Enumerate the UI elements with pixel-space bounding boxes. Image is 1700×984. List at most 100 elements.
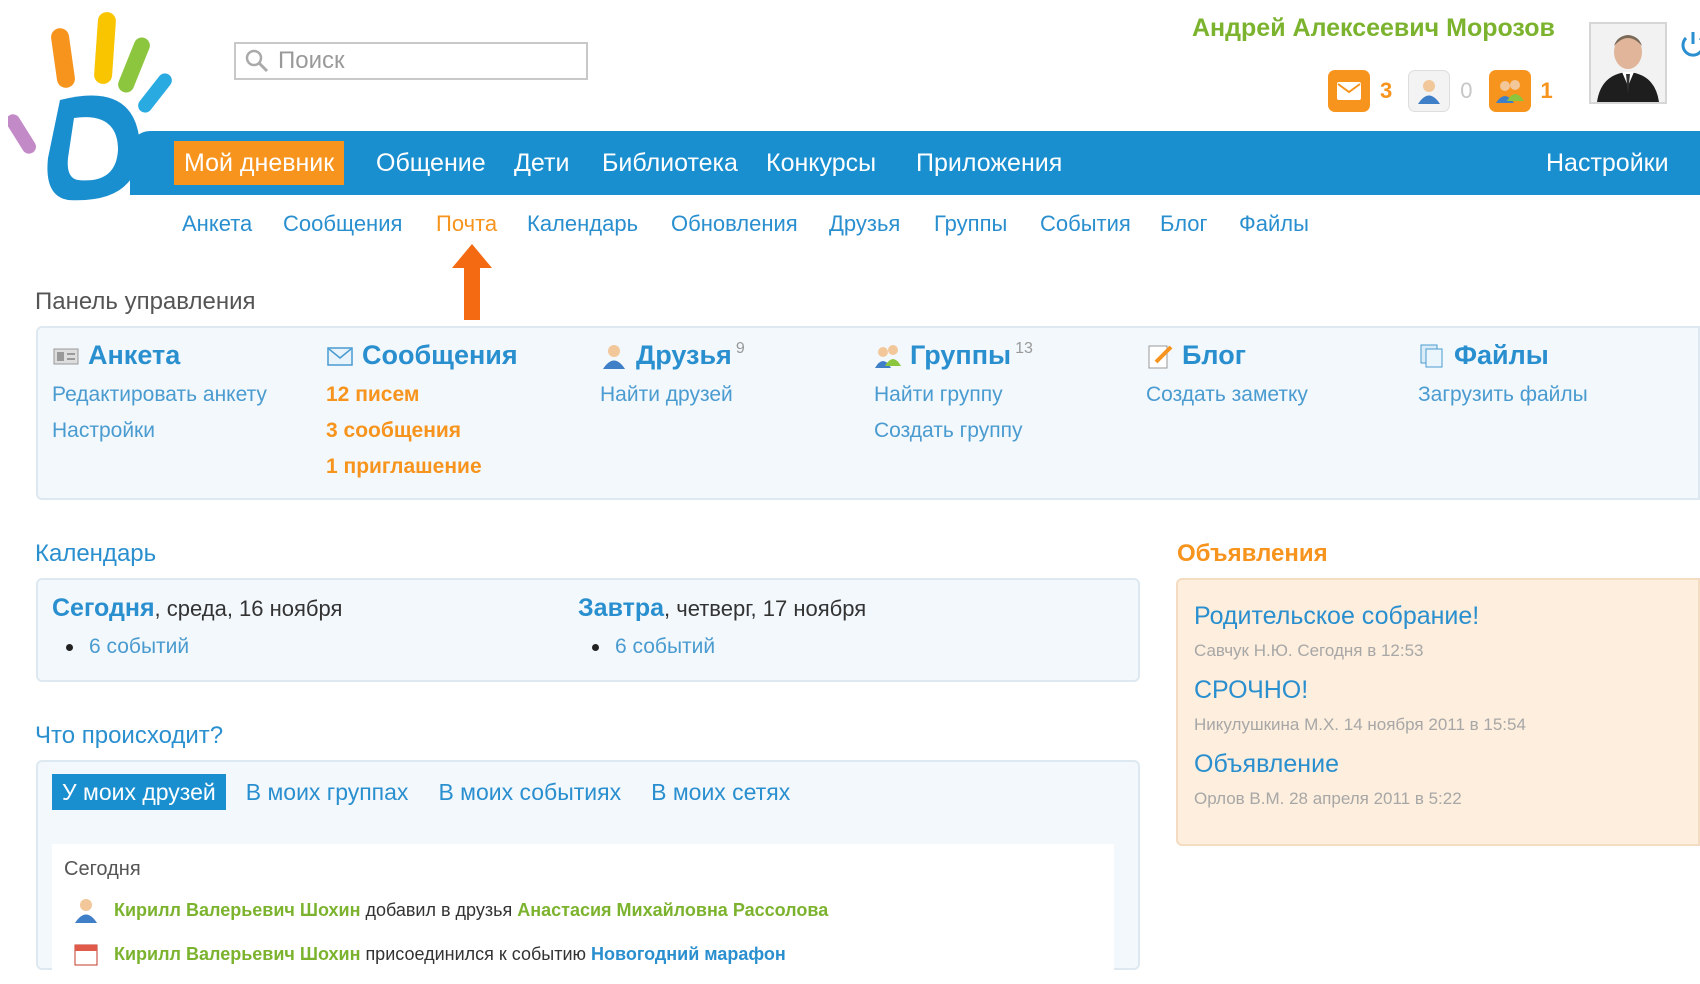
panel-col-profile: Анкета Редактировать анкету Настройки	[52, 340, 267, 443]
nav-settings[interactable]: Настройки	[1536, 141, 1679, 185]
feed-action: добавил в друзья	[360, 899, 518, 920]
tomorrow-link[interactable]: Завтра	[578, 594, 664, 622]
announcement-link[interactable]: СРОЧНО!	[1194, 676, 1526, 705]
activity-feed: У моих друзей В моих группах В моих собы…	[36, 760, 1140, 984]
panel-link-edit-profile[interactable]: Редактировать анкету	[52, 383, 267, 407]
calendar-event-icon	[74, 944, 98, 966]
bullet-icon	[592, 643, 599, 651]
tomorrow-date: , четверг, 17 ноября	[664, 596, 867, 621]
control-panel: Анкета Редактировать анкету Настройки Со…	[36, 326, 1700, 500]
feed-row: Кирилл Валерьевич Шохин присоединился к …	[72, 940, 786, 968]
subnav-blog[interactable]: Блог	[1160, 211, 1208, 237]
calendar-tomorrow: Завтра, четверг, 17 ноября 6 событий	[578, 594, 866, 659]
subnav-messages[interactable]: Сообщения	[283, 211, 402, 237]
feed-tabs: У моих друзей В моих группах В моих собы…	[52, 774, 810, 810]
panel-link-find-group[interactable]: Найти группу	[874, 383, 1033, 407]
panel-col-groups: Группы 13 Найти группу Создать группу	[874, 340, 1033, 443]
announcement-item: СРОЧНО! Никулушкина М.Х. 14 ноября 2011 …	[1194, 676, 1526, 735]
panel-title: Панель управления	[35, 288, 256, 315]
mail-count: 3	[1380, 78, 1393, 103]
nav-applications[interactable]: Приложения	[906, 141, 1072, 185]
search-input[interactable]	[276, 46, 580, 76]
subnav-files[interactable]: Файлы	[1239, 211, 1309, 237]
group-invite-counter[interactable]: 1	[1488, 70, 1553, 112]
feed-content: Сегодня Кирилл Валерьевич Шохин добавил …	[52, 844, 1114, 984]
panel-heading-groups[interactable]: Группы 13	[874, 340, 1033, 371]
today-date: , среда, 16 ноября	[154, 596, 343, 621]
announcements-title: Объявления	[1177, 540, 1328, 567]
panel-link-messages[interactable]: 3 сообщения	[326, 419, 518, 443]
panel-link-invitation[interactable]: 1 приглашение	[326, 455, 518, 479]
panel-link-letters[interactable]: 12 писем	[326, 383, 518, 407]
tomorrow-events[interactable]: 6 событий	[592, 635, 866, 659]
today-events[interactable]: 6 событий	[66, 635, 342, 659]
main-navigation: Мой дневник Общение Дети Библиотека Конк…	[130, 131, 1700, 195]
notification-counters: 3 0 1	[1328, 70, 1569, 112]
panel-heading-messages[interactable]: Сообщения	[326, 340, 518, 371]
groups-count: 13	[1015, 340, 1033, 357]
logout-icon[interactable]	[1678, 28, 1700, 64]
feed-date-label: Сегодня	[64, 858, 141, 880]
subnav-events[interactable]: События	[1040, 211, 1131, 237]
avatar[interactable]	[1589, 22, 1667, 104]
nav-children[interactable]: Дети	[504, 141, 579, 185]
announcement-item: Родительское собрание! Савчук Н.Ю. Сегод…	[1194, 602, 1479, 661]
subnav-groups[interactable]: Группы	[934, 211, 1007, 237]
friend-icon	[603, 344, 625, 369]
panel-link-find-friends[interactable]: Найти друзей	[600, 383, 745, 407]
feed-title: Что происходит?	[35, 722, 224, 749]
nav-my-diary[interactable]: Мой дневник	[174, 141, 345, 185]
announcement-link[interactable]: Родительское собрание!	[1194, 602, 1479, 631]
feed-action: присоединился к событию	[360, 943, 592, 964]
subnav-friends[interactable]: Друзья	[829, 211, 900, 237]
panel-link-create-group[interactable]: Создать группу	[874, 419, 1033, 443]
nav-communication[interactable]: Общение	[366, 141, 496, 185]
group-icon	[875, 344, 901, 368]
feed-actor-link[interactable]: Кирилл Валерьевич Шохин	[114, 900, 360, 921]
panel-heading-blog[interactable]: Блог	[1146, 340, 1308, 371]
announcement-link[interactable]: Объявление	[1194, 750, 1462, 779]
panel-link-settings[interactable]: Настройки	[52, 419, 267, 443]
announcement-meta: Орлов В.М. 28 апреля 2011 в 5:22	[1194, 789, 1462, 808]
files-icon	[1420, 344, 1443, 367]
calendar-today: Сегодня, среда, 16 ноября 6 событий	[52, 594, 342, 659]
calendar-title[interactable]: Календарь	[35, 540, 156, 568]
search-box[interactable]	[234, 42, 588, 80]
panel-heading-friends[interactable]: Друзья 9	[600, 340, 745, 371]
feed-target-link[interactable]: Анастасия Михайловна Рассолова	[517, 900, 828, 921]
panel-heading-profile[interactable]: Анкета	[52, 340, 267, 371]
subnav-updates[interactable]: Обновления	[671, 211, 798, 237]
subnav-mail[interactable]: Почта	[436, 211, 497, 237]
panel-heading-files[interactable]: Файлы	[1418, 340, 1588, 371]
feed-target-link[interactable]: Новогодний марафон	[591, 944, 786, 965]
panel-link-create-note[interactable]: Создать заметку	[1146, 383, 1308, 407]
search-icon	[245, 49, 269, 73]
panel-link-upload-files[interactable]: Загрузить файлы	[1418, 383, 1588, 407]
feed-actor-link[interactable]: Кирилл Валерьевич Шохин	[114, 944, 360, 965]
today-link[interactable]: Сегодня	[52, 594, 155, 622]
friend-request-counter[interactable]: 0	[1408, 70, 1473, 112]
group-invite-count: 1	[1540, 78, 1553, 103]
tab-my-groups[interactable]: В моих группах	[236, 774, 419, 810]
announcement-meta: Савчук Н.Ю. Сегодня в 12:53	[1194, 641, 1424, 660]
bullet-icon	[66, 643, 73, 651]
envelope-icon	[327, 346, 353, 366]
subnav-profile[interactable]: Анкета	[182, 211, 252, 237]
friend-request-count: 0	[1460, 78, 1473, 103]
tab-my-networks[interactable]: В моих сетях	[641, 774, 800, 810]
friends-count: 9	[735, 340, 745, 357]
pencil-note-icon	[1148, 345, 1173, 368]
subnav-calendar[interactable]: Календарь	[527, 211, 638, 237]
announcement-meta: Никулушкина М.Х. 14 ноября 2011 в 15:54	[1194, 715, 1526, 734]
user-name[interactable]: Андрей Алексеевич Морозов	[1192, 14, 1555, 43]
tab-my-events[interactable]: В моих событиях	[428, 774, 631, 810]
mail-counter[interactable]: 3	[1328, 70, 1392, 112]
nav-library[interactable]: Библиотека	[592, 141, 748, 185]
friend-icon	[75, 899, 97, 923]
nav-contests[interactable]: Конкурсы	[756, 141, 886, 185]
friend-request-icon	[1408, 70, 1451, 112]
tab-my-friends[interactable]: У моих друзей	[52, 774, 226, 810]
feed-row: Кирилл Валерьевич Шохин добавил в друзья…	[72, 896, 828, 924]
calendar-box: Сегодня, среда, 16 ноября 6 событий Завт…	[36, 578, 1140, 682]
announcement-item: Объявление Орлов В.М. 28 апреля 2011 в 5…	[1194, 750, 1462, 809]
